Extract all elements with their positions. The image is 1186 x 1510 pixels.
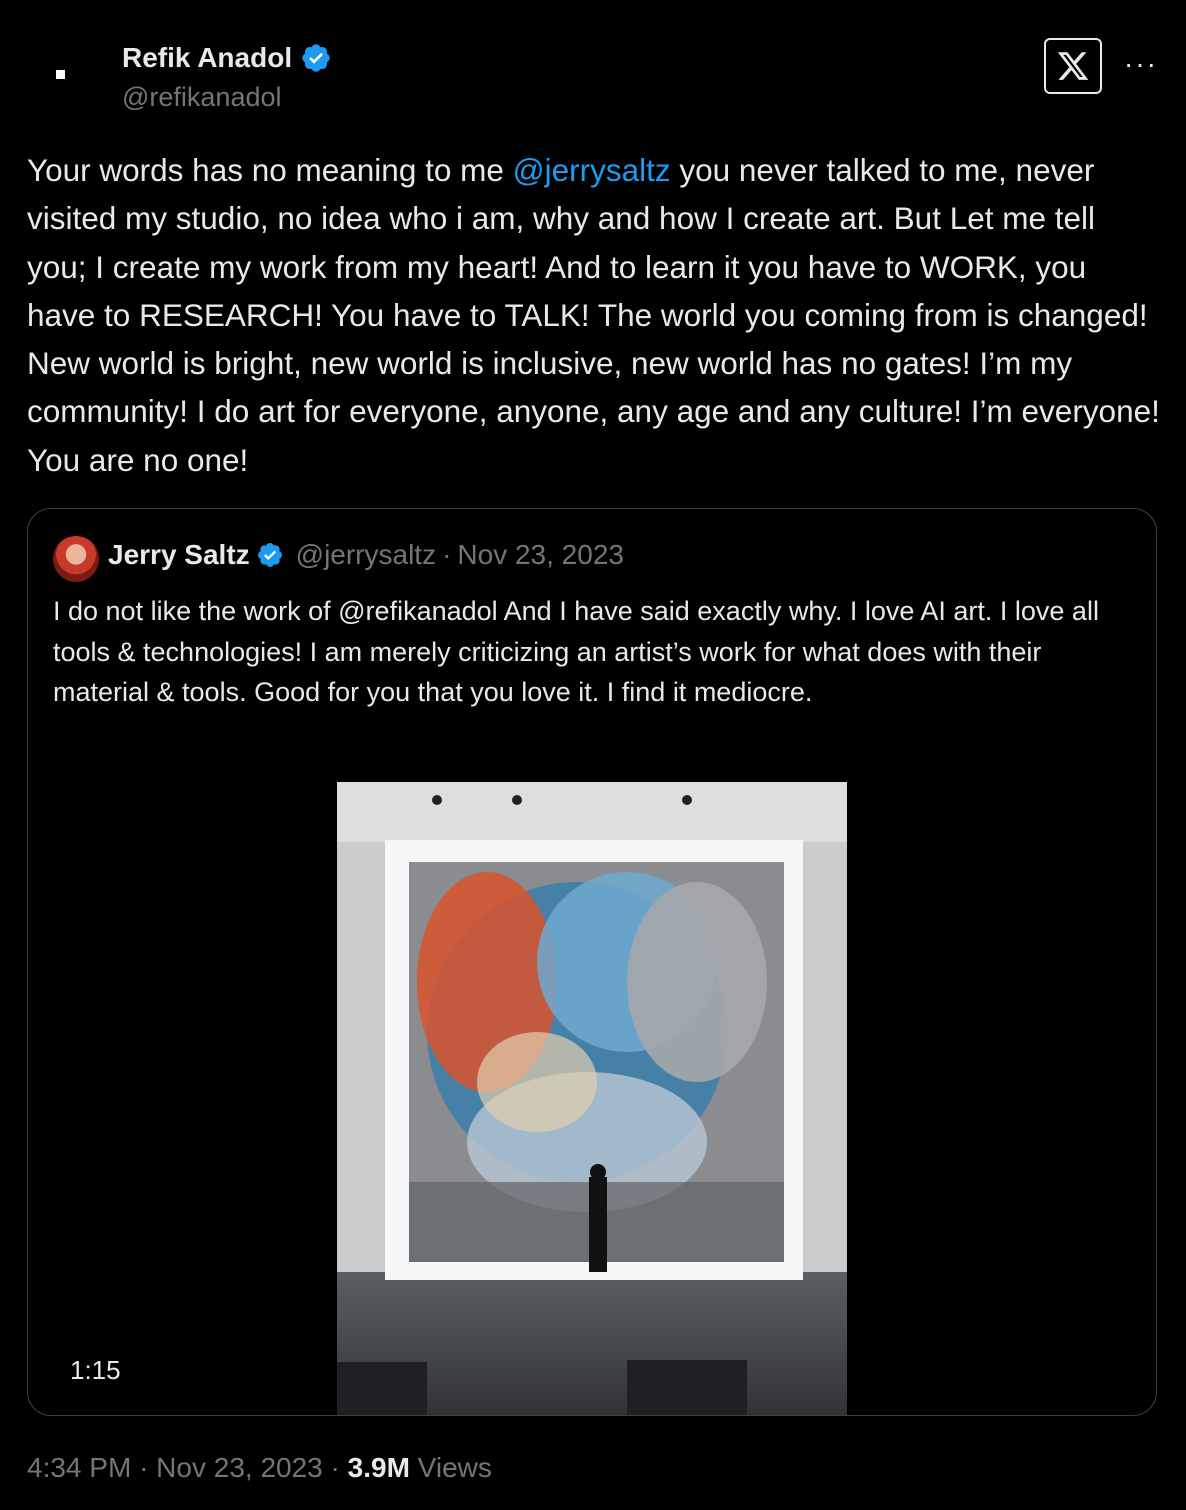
tweet-mention-link[interactable]: @jerrysaltz	[513, 152, 671, 188]
views-label: Views	[417, 1452, 492, 1483]
tweet-time[interactable]: 4:34 PM	[27, 1452, 131, 1483]
meta-separator: ·	[139, 1452, 157, 1483]
gallery-artwork-image	[337, 782, 847, 1415]
author-name[interactable]: Refik Anadol	[122, 42, 292, 74]
tweet-text-part2: you never talked to me, never visited my…	[27, 152, 1160, 478]
views-count[interactable]: 3.9M	[348, 1452, 410, 1483]
quoted-author-name[interactable]: Jerry Saltz	[108, 539, 250, 571]
author-name-row[interactable]: Refik Anadol	[122, 42, 332, 74]
tweet-text: Your words has no meaning to me @jerrysa…	[27, 146, 1162, 484]
quoted-tweet-date[interactable]: Nov 23, 2023	[457, 539, 624, 571]
author-avatar[interactable]	[30, 44, 90, 104]
tweet-text-part1: Your words has no meaning to me	[27, 152, 513, 188]
quoted-tweet-text: I do not like the work of @refikanadol A…	[53, 596, 1099, 707]
meta-separator: ·	[330, 1452, 348, 1483]
video-thumbnail[interactable]	[337, 782, 847, 1415]
tweet-footer: 4:34 PM · Nov 23, 2023 · 3.9M Views	[27, 1452, 492, 1484]
x-logo-icon[interactable]	[1044, 38, 1102, 94]
author-handle[interactable]: @refikanadol	[122, 82, 282, 113]
meta-separator: ·	[442, 539, 452, 570]
verified-badge-icon	[257, 543, 282, 567]
verified-badge-icon	[302, 44, 330, 72]
more-options-icon[interactable]: ···	[1124, 48, 1158, 80]
quoted-author-handle[interactable]: @jerrysaltz	[296, 539, 436, 571]
quoted-tweet-header: Jerry Saltz @jerrysaltz · Nov 23, 2023	[108, 539, 624, 571]
video-duration: 1:15	[70, 1355, 121, 1385]
tweet-date[interactable]: Nov 23, 2023	[156, 1452, 323, 1483]
quoted-author-avatar[interactable]	[53, 536, 99, 582]
quoted-tweet-card[interactable]: Jerry Saltz @jerrysaltz · Nov 23, 2023 I…	[27, 508, 1157, 1416]
